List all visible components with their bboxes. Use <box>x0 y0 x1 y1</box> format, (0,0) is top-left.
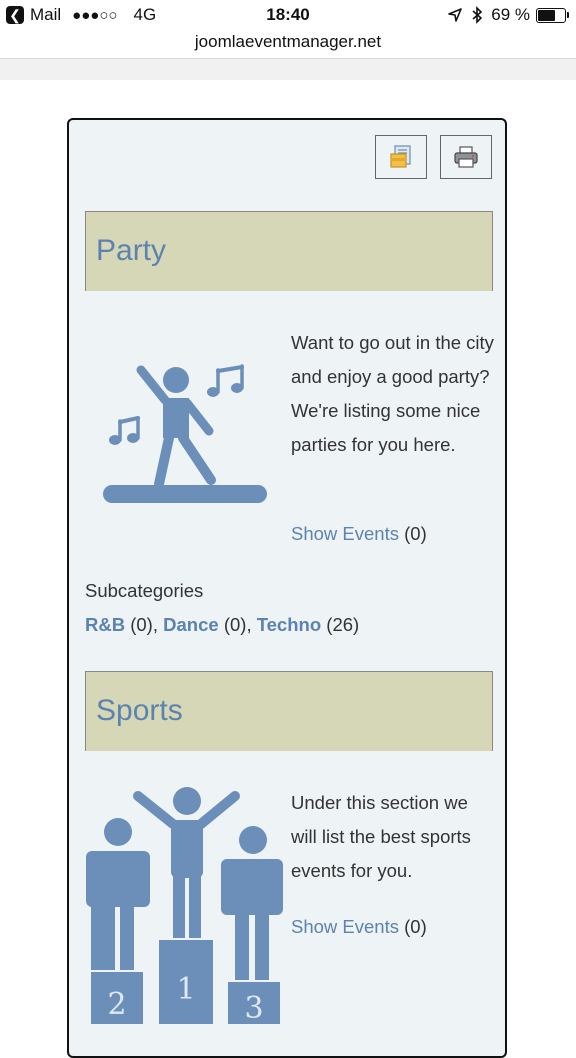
bluetooth-icon <box>472 6 483 24</box>
subcategory-count: (26) <box>326 614 360 635</box>
export-icon <box>390 145 411 168</box>
printer-icon <box>454 146 478 168</box>
subcategories-label: Subcategories <box>85 580 204 601</box>
podium-number-2: 2 <box>107 987 126 1022</box>
dancer-icon[interactable] <box>101 358 271 508</box>
subcategory-link-rnb[interactable]: R&B <box>85 614 125 635</box>
export-button[interactable] <box>375 135 427 179</box>
location-arrow-icon <box>448 8 463 22</box>
category-title-party[interactable]: Party <box>96 234 166 268</box>
print-button[interactable] <box>440 135 492 179</box>
subcategory-link-techno[interactable]: Techno <box>257 614 321 635</box>
podium-icon[interactable]: 2 1 3 <box>83 784 283 1024</box>
show-events-sports: Show Events (0) <box>291 916 427 938</box>
battery-icon <box>536 7 569 23</box>
show-events-link-sports[interactable]: Show Events <box>291 916 399 937</box>
podium-number-3: 3 <box>244 991 263 1024</box>
subcategory-count: (0) <box>130 614 153 635</box>
browser-toolbar-strip <box>0 58 576 80</box>
category-description-sports: Under this section we will list the best… <box>291 792 471 881</box>
battery-percent: 69 % <box>491 5 530 24</box>
address-bar[interactable]: joomlaeventmanager.net <box>0 32 576 58</box>
show-events-party: Show Events (0) <box>291 523 427 545</box>
category-title-sports[interactable]: Sports <box>96 694 183 728</box>
subcategory-list: R&B (0), Dance (0), Techno (26) <box>85 614 360 635</box>
status-right: 69 % <box>447 5 569 25</box>
category-header-party: Party <box>85 211 493 291</box>
event-count-party: (0) <box>404 523 427 544</box>
podium-number-1: 1 <box>176 972 195 1007</box>
show-events-link-party[interactable]: Show Events <box>291 523 399 544</box>
status-bar: ❮ Mail ●●●○○ 4G 18:40 69 % <box>0 0 576 32</box>
subcategory-count: (0) <box>223 614 247 635</box>
category-panel: Party Want to go out in the city and enj… <box>67 118 507 1058</box>
event-count-sports: (0) <box>404 916 427 937</box>
category-header-sports: Sports <box>85 671 493 751</box>
subcategory-link-dance[interactable]: Dance <box>163 614 219 635</box>
category-description-party: Want to go out in the city and enjoy a g… <box>291 332 494 455</box>
